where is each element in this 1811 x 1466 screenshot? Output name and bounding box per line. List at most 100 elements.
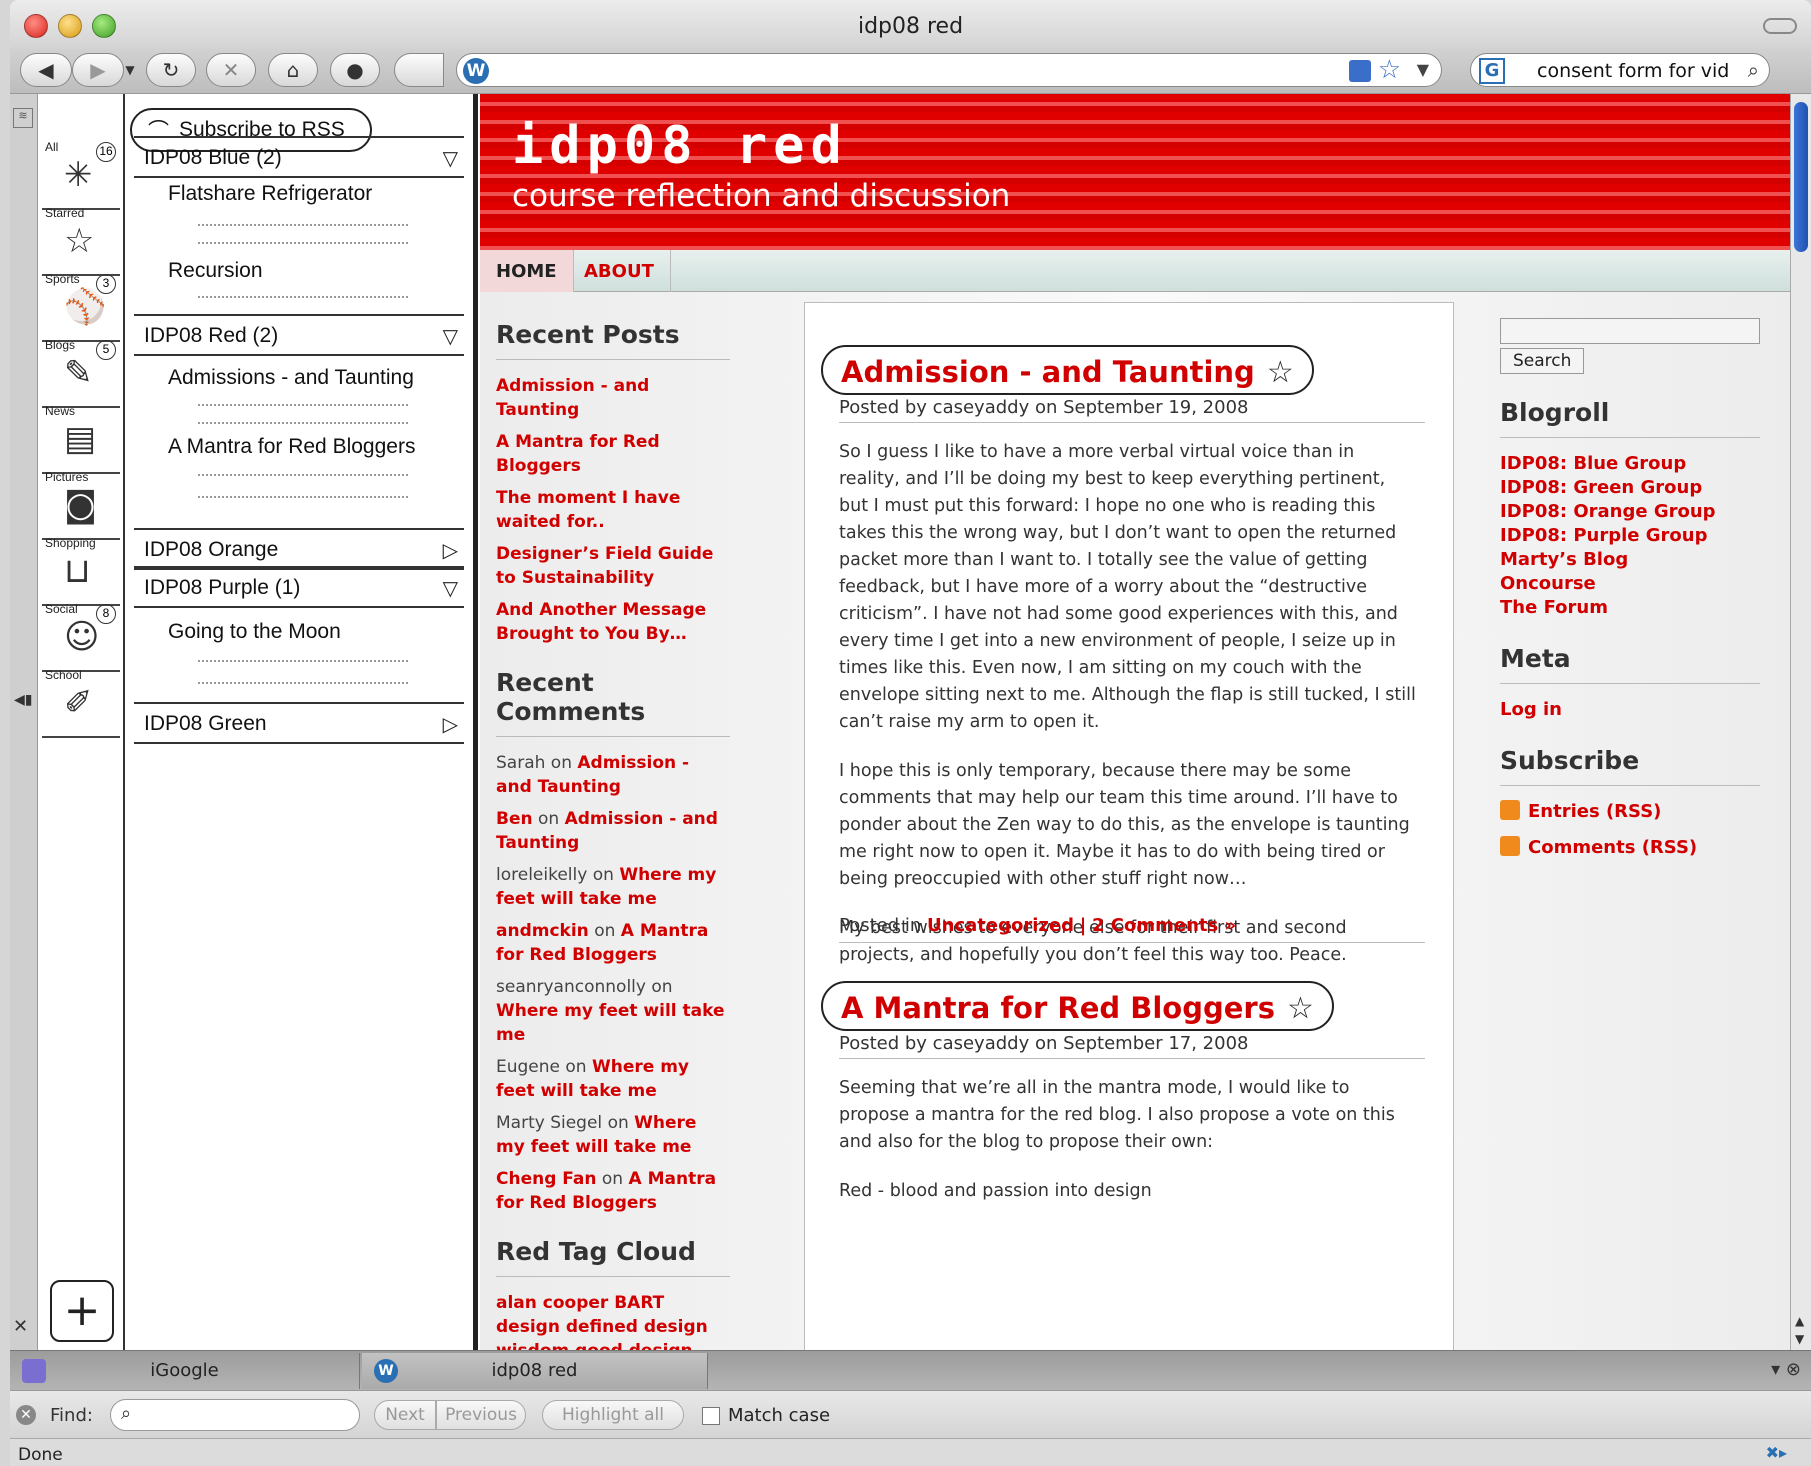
post-title[interactable]: Admission - and Taunting ☆	[821, 345, 1314, 395]
blogroll-link[interactable]: Oncourse	[1500, 572, 1760, 596]
category-column: All ✳ 16 Starred ☆ Sports ⚾ 3 Blogs ✎ 5 …	[38, 94, 125, 1350]
category-social[interactable]: Social ☺ 8	[42, 600, 120, 672]
google-icon[interactable]: G	[1479, 58, 1505, 84]
recent-post-link[interactable]: And Another Message Brought to You By…	[496, 598, 730, 646]
post-title[interactable]: A Mantra for Red Bloggers ☆	[821, 981, 1334, 1031]
feed-idp08-green[interactable]: IDP08 Green ▷	[134, 702, 464, 744]
site-identity-button[interactable]	[394, 53, 444, 87]
scrollbar-thumb[interactable]	[1794, 102, 1808, 252]
blog-search-button[interactable]: Search	[1500, 348, 1585, 374]
tools-icon[interactable]: ✕	[13, 1316, 28, 1337]
login-link[interactable]: Log in	[1500, 698, 1760, 722]
expand-right-icon[interactable]: ▷	[443, 712, 458, 737]
bookmark-button[interactable]: ●	[330, 53, 380, 87]
post-body: So I guess I like to have a more verbal …	[839, 442, 1416, 965]
add-category-button[interactable]: +	[50, 1280, 114, 1342]
tag-cloud[interactable]: alan cooper BART design defined design w…	[496, 1291, 730, 1350]
search-icon[interactable]: ⌕	[1748, 58, 1759, 82]
tab-idp08-red[interactable]: W idp08 red	[362, 1353, 708, 1389]
star-icon[interactable]: ☆	[1287, 991, 1314, 1026]
right-sidebar: Search Blogroll IDP08: Blue Group IDP08:…	[1500, 318, 1760, 872]
comment-author-link[interactable]: Ben	[496, 809, 533, 829]
blogroll-link[interactable]: Marty’s Blog	[1500, 548, 1760, 572]
category-starred[interactable]: Starred ☆	[42, 204, 120, 276]
recent-post-link[interactable]: Designer’s Field Guide to Sustainability	[496, 542, 730, 590]
feed-item[interactable]: Admissions - and Taunting	[168, 366, 414, 390]
comment-author-link[interactable]: andmckin	[496, 921, 589, 941]
stop-button[interactable]: ✕	[206, 53, 256, 87]
web-page: idp08 red course reflection and discussi…	[480, 94, 1800, 1350]
page-scrollbar[interactable]: ▲ ▼	[1790, 94, 1811, 1350]
status-addon-icon[interactable]: ✖▸	[1766, 1443, 1787, 1462]
blogroll-link[interactable]: IDP08: Purple Group	[1500, 524, 1760, 548]
comment-author: Marty Siegel	[496, 1113, 603, 1133]
nav-home[interactable]: HOME	[480, 250, 574, 292]
forward-button[interactable]: ▶	[72, 53, 124, 87]
reload-button[interactable]: ↻	[146, 53, 196, 87]
find-previous-button[interactable]: Previous	[436, 1400, 526, 1430]
search-input[interactable]: consent form for vid	[1537, 60, 1732, 82]
blog-title[interactable]: idp08 red	[512, 116, 848, 176]
category-pictures[interactable]: Pictures ◙	[42, 468, 120, 540]
comment-author-link[interactable]: Cheng Fan	[496, 1169, 597, 1189]
scroll-down-icon[interactable]: ▼	[1795, 1332, 1804, 1346]
category-all[interactable]: All ✳ 16	[42, 138, 120, 210]
find-input[interactable]: ⌕	[110, 1399, 360, 1431]
category-school[interactable]: School ✐	[42, 666, 120, 738]
recent-post-link[interactable]: The moment I have waited for..	[496, 486, 730, 534]
feed-icon[interactable]: ≋	[13, 108, 33, 128]
blogroll-link[interactable]: The Forum	[1500, 596, 1760, 620]
comments-rss-link[interactable]: Comments (RSS)	[1500, 836, 1760, 858]
feed-idp08-purple[interactable]: IDP08 Purple (1) ▽	[134, 566, 464, 608]
comment-post-link[interactable]: Where my feet will take me	[496, 1001, 725, 1045]
url-dropdown-icon[interactable]: ▼	[1417, 60, 1429, 79]
feed-item[interactable]: Recursion	[168, 259, 263, 283]
feed-idp08-red[interactable]: IDP08 Red (2) ▽	[134, 314, 464, 356]
close-find-icon[interactable]: ✕	[16, 1405, 36, 1425]
collapse-sidebar-icon[interactable]: ◀▮	[14, 692, 32, 708]
recent-post-link[interactable]: Admission - and Taunting	[496, 374, 730, 422]
tab-list-icon[interactable]: ▾ ⊗	[1771, 1359, 1801, 1380]
feed-item[interactable]: Flatshare Refrigerator	[168, 182, 372, 206]
placeholder-squiggle	[198, 486, 408, 498]
feed-idp08-orange[interactable]: IDP08 Orange ▷	[134, 528, 464, 570]
find-next-button[interactable]: Next	[374, 1400, 436, 1430]
entries-rss-link[interactable]: Entries (RSS)	[1500, 800, 1760, 822]
blogroll-link[interactable]: IDP08: Orange Group	[1500, 500, 1760, 524]
expand-down-icon[interactable]: ▽	[443, 576, 458, 601]
recent-post-link[interactable]: A Mantra for Red Bloggers	[496, 430, 730, 478]
scroll-up-icon[interactable]: ▲	[1795, 1314, 1804, 1328]
shopping-bag-icon: ⊔	[64, 551, 91, 591]
category-blogs[interactable]: Blogs ✎ 5	[42, 336, 120, 408]
category-sports[interactable]: Sports ⚾ 3	[42, 270, 120, 342]
blogroll-link[interactable]: IDP08: Blue Group	[1500, 452, 1760, 476]
expand-down-icon[interactable]: ▽	[443, 324, 458, 349]
people-icon: ☺	[64, 617, 100, 657]
feed-item[interactable]: Going to the Moon	[168, 620, 341, 644]
back-button[interactable]: ◀	[20, 53, 72, 87]
category-link[interactable]: Uncategorized	[927, 915, 1074, 936]
expand-right-icon[interactable]: ▷	[443, 538, 458, 563]
placeholder-squiggle	[198, 650, 408, 662]
star-icon[interactable]: ☆	[1267, 355, 1294, 390]
match-case-checkbox[interactable]	[702, 1407, 720, 1425]
search-bar[interactable]: G consent form for vid ⌕	[1470, 53, 1770, 87]
toolbar-toggle-button[interactable]	[1763, 18, 1797, 34]
category-news[interactable]: News ▤	[42, 402, 120, 474]
feed-idp08-blue[interactable]: IDP08 Blue (2) ▽	[134, 136, 464, 178]
comments-link[interactable]: 2 Comments »	[1092, 915, 1236, 936]
url-bar[interactable]: W ☆ ▼	[456, 53, 1442, 87]
nav-about[interactable]: ABOUT	[568, 250, 671, 292]
feed-item[interactable]: A Mantra for Red Bloggers	[168, 435, 415, 459]
blog-search-input[interactable]	[1500, 318, 1760, 344]
home-button[interactable]: ⌂	[268, 53, 318, 87]
category-shopping[interactable]: Shopping ⊔	[42, 534, 120, 606]
highlight-all-button[interactable]: Highlight all	[542, 1400, 684, 1430]
rss-feed-icon[interactable]	[1349, 60, 1371, 82]
expand-down-icon[interactable]: ▽	[443, 146, 458, 171]
tab-igoogle[interactable]: iGoogle	[10, 1353, 360, 1389]
blogroll-link[interactable]: IDP08: Green Group	[1500, 476, 1760, 500]
bookmark-star-icon[interactable]: ☆	[1378, 55, 1401, 85]
history-dropdown-button[interactable]: ▼	[122, 53, 138, 87]
asterisk-icon: ✳	[64, 155, 93, 195]
